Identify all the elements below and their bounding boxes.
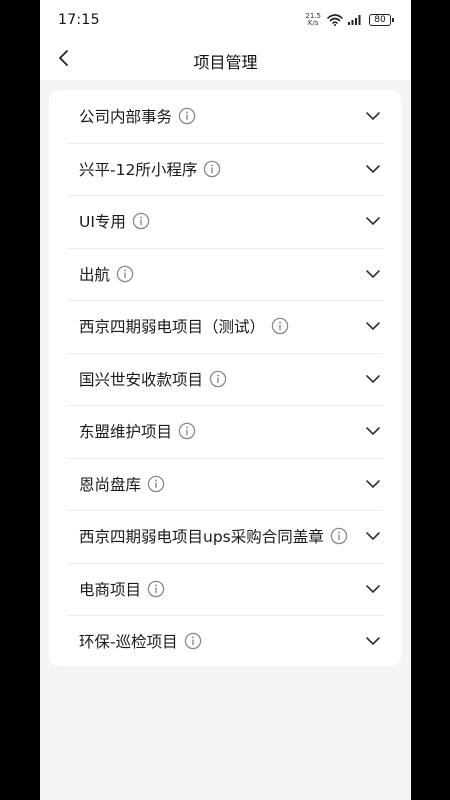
project-name: UI专用 bbox=[79, 213, 126, 231]
chevron-down-icon[interactable] bbox=[363, 211, 383, 231]
project-name: 环保-巡检项目 bbox=[79, 633, 178, 651]
wifi-icon bbox=[327, 11, 343, 30]
project-row[interactable]: 兴平-12所小程序 bbox=[67, 143, 383, 195]
status-icons: 21.5 K/s 80 bbox=[305, 11, 394, 30]
info-icon[interactable] bbox=[147, 475, 165, 493]
project-name: 东盟维护项目 bbox=[79, 423, 173, 441]
info-icon[interactable] bbox=[178, 422, 196, 440]
info-icon[interactable] bbox=[209, 370, 227, 388]
project-name: 恩尚盘库 bbox=[79, 475, 142, 494]
chevron-down-icon[interactable] bbox=[363, 421, 383, 441]
project-name: 出航 bbox=[79, 265, 111, 284]
info-icon[interactable] bbox=[330, 527, 348, 545]
chevron-down-icon[interactable] bbox=[363, 106, 383, 126]
info-icon[interactable] bbox=[184, 632, 202, 650]
chevron-down-icon[interactable] bbox=[363, 369, 383, 389]
project-name: 电商项目 bbox=[79, 580, 142, 599]
info-icon[interactable] bbox=[147, 580, 165, 598]
network-speed-unit: K/s bbox=[307, 19, 319, 27]
chevron-down-icon[interactable] bbox=[363, 264, 383, 284]
project-row[interactable]: UI专用 bbox=[67, 195, 383, 247]
network-speed: 21.5 K/s bbox=[305, 13, 321, 27]
chevron-down-icon[interactable] bbox=[363, 526, 383, 546]
project-name: 公司内部事务 bbox=[79, 108, 173, 126]
project-name: 西京四期弱电项目ups采购合同盖章 bbox=[79, 528, 324, 546]
project-name: 兴平-12所小程序 bbox=[79, 160, 198, 179]
info-icon[interactable] bbox=[116, 265, 134, 283]
info-icon[interactable] bbox=[132, 212, 150, 230]
project-row[interactable]: 西京四期弱电项目ups采购合同盖章 bbox=[67, 510, 383, 562]
project-row[interactable]: 出航 bbox=[67, 248, 383, 300]
chevron-down-icon[interactable] bbox=[363, 159, 383, 179]
signal-icon bbox=[347, 11, 363, 30]
chevron-down-icon[interactable] bbox=[363, 316, 383, 336]
project-name: 国兴世安收款项目 bbox=[79, 370, 204, 389]
battery-level: 80 bbox=[374, 15, 386, 25]
info-icon[interactable] bbox=[271, 317, 289, 335]
project-list: 公司内部事务兴平-12所小程序 UI专用出航西京四期弱电项目（测试） 国兴世安收款项… bbox=[49, 90, 401, 666]
project-row[interactable]: 电商项目 bbox=[67, 563, 383, 615]
project-row[interactable]: 东盟维护项目 bbox=[67, 405, 383, 457]
status-time: 17:15 bbox=[58, 12, 100, 28]
chevron-down-icon[interactable] bbox=[363, 631, 383, 651]
project-row[interactable]: 国兴世安收款项目 bbox=[67, 353, 383, 405]
status-bar: 17:15 21.5 K/s 80 bbox=[40, 0, 411, 40]
nav-header: 项目管理 bbox=[40, 40, 411, 80]
page-title: 项目管理 bbox=[193, 53, 258, 72]
project-name: 西京四期弱电项目（测试） bbox=[79, 318, 266, 336]
info-icon[interactable] bbox=[178, 107, 196, 125]
app-screen: 17:15 21.5 K/s 80 项目管理 公司内部事务 兴平-12所小程序 … bbox=[40, 0, 411, 800]
project-row[interactable]: 环保-巡检项目 bbox=[67, 615, 383, 667]
info-icon[interactable] bbox=[203, 160, 221, 178]
chevron-down-icon[interactable] bbox=[363, 579, 383, 599]
chevron-down-icon[interactable] bbox=[363, 474, 383, 494]
project-row[interactable]: 西京四期弱电项目（测试） bbox=[67, 300, 383, 352]
battery-icon: 80 bbox=[369, 14, 394, 26]
project-row[interactable]: 恩尚盘库 bbox=[67, 458, 383, 510]
project-row[interactable]: 公司内部事务 bbox=[67, 90, 383, 142]
